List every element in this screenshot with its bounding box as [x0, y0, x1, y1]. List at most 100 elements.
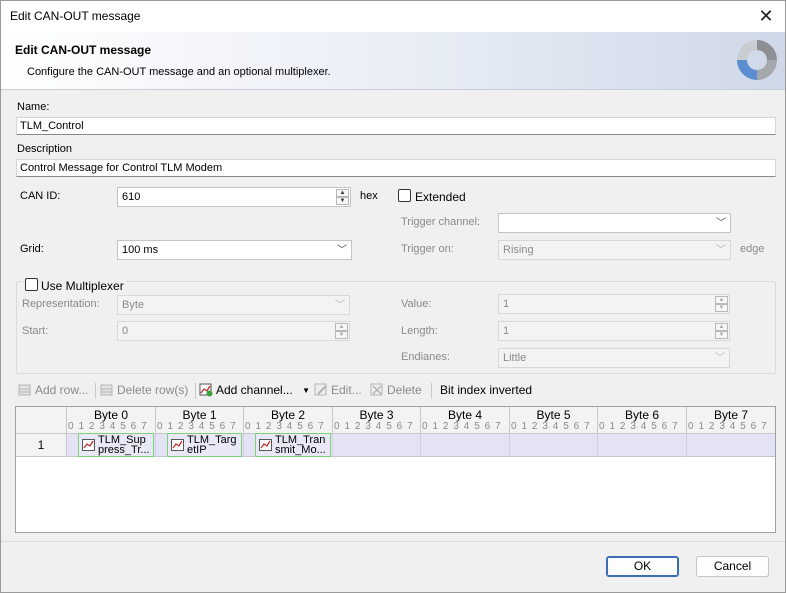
length-spin-buttons[interactable]: ▲ ▼ [715, 323, 728, 339]
extended-checkbox[interactable] [398, 189, 411, 202]
chevron-down-icon: ﹀ [337, 245, 347, 256]
name-field[interactable]: TLM_Control [16, 117, 776, 135]
start-label: Start: [22, 325, 49, 337]
byte-cell[interactable] [510, 434, 598, 457]
edit-button[interactable]: Edit... [314, 382, 362, 400]
dropdown-arrow-icon[interactable]: ▼ [302, 386, 310, 395]
cancel-button[interactable]: Cancel [696, 556, 769, 577]
byte-cell[interactable] [333, 434, 421, 457]
bit-labels: 0 1 2 3 4 5 6 7 [511, 421, 591, 432]
can-id-value: 610 [122, 191, 141, 203]
length-stepper[interactable]: 1 ▲ ▼ [498, 321, 730, 341]
can-id-stepper[interactable]: 610 ▲ ▼ [117, 187, 351, 207]
signal-icon [171, 439, 184, 451]
value-label: Value: [401, 298, 432, 310]
signal-name-line2: press_Tr... [98, 444, 150, 456]
byte-label: Byte 4 [447, 408, 483, 422]
representation-select[interactable]: Byte ﹀ [117, 295, 350, 315]
grid-select[interactable]: 100 ms ﹀ [117, 240, 352, 260]
signal-block[interactable]: TLM_Tran smit_Mo... [255, 433, 331, 457]
value-value: 1 [503, 298, 510, 310]
add-row-label: Add row... [35, 383, 89, 397]
edit-can-out-dialog: Edit CAN-OUT message ✕ Edit CAN-OUT mess… [0, 0, 786, 593]
delete-button[interactable]: Delete [370, 382, 422, 400]
ok-button[interactable]: OK [606, 556, 679, 577]
delete-label: Delete [387, 383, 422, 397]
byte-label: Byte 7 [713, 408, 749, 422]
byte-label: Byte 6 [624, 408, 660, 422]
toolbar-separator [195, 383, 196, 399]
signal-block[interactable]: TLM_Sup press_Tr... [78, 433, 154, 457]
grid-toolbar: Add row... Delete row(s) Add channel... … [16, 379, 776, 401]
can-id-label: CAN ID: [20, 190, 61, 202]
bit-index-inverted-toggle[interactable]: Bit index inverted [440, 382, 532, 400]
chevron-down-icon: ﹀ [715, 353, 725, 364]
description-field[interactable]: Control Message for Control TLM Modem [16, 159, 776, 177]
can-id-unit: hex [360, 190, 378, 202]
chevron-down-icon: ﹀ [335, 300, 345, 311]
add-channel-icon [199, 383, 213, 397]
header-subtitle: Configure the CAN-OUT message and an opt… [27, 66, 331, 78]
signal-icon [259, 439, 272, 451]
add-row-button[interactable]: Add row... [18, 382, 88, 400]
byte-label: Byte 5 [536, 408, 571, 422]
endianes-select[interactable]: Little ﹀ [498, 348, 730, 368]
description-label: Description [17, 143, 73, 155]
trigger-channel-label: Trigger channel: [401, 216, 481, 228]
chevron-down-icon: ﹀ [716, 218, 726, 229]
value-stepper[interactable]: 1 ▲ ▼ [498, 294, 730, 314]
name-label: Name: [17, 101, 50, 113]
grid-corner [16, 407, 67, 434]
bit-labels: 0 1 2 3 4 5 6 7 [334, 421, 414, 432]
add-channel-button[interactable]: Add channel... ▼ [199, 382, 310, 400]
bit-labels: 0 1 2 3 4 5 6 7 [245, 421, 325, 432]
signal-block[interactable]: TLM_Targ etIP [167, 433, 242, 457]
trigger-on-value: Rising [503, 244, 534, 256]
value-spin-buttons[interactable]: ▲ ▼ [715, 296, 728, 312]
add-row-icon [18, 384, 31, 396]
can-id-spin-buttons[interactable]: ▲ ▼ [336, 189, 349, 205]
byte-header: Byte 4 0 1 2 3 4 5 6 7 [421, 407, 510, 434]
add-channel-label: Add channel... [216, 383, 293, 397]
signal-icon [82, 439, 95, 451]
start-stepper[interactable]: 0 ▲ ▼ [117, 321, 350, 341]
use-multiplexer-checkbox[interactable] [25, 278, 38, 291]
footer-divider [1, 541, 785, 542]
window-title: Edit CAN-OUT message [10, 9, 141, 23]
byte-cell[interactable] [421, 434, 510, 457]
byte-header: Byte 6 0 1 2 3 4 5 6 7 [598, 407, 687, 434]
trigger-on-select[interactable]: Rising ﹀ [498, 240, 731, 260]
endianes-value: Little [503, 352, 527, 364]
byte-header: Byte 2 0 1 2 3 4 5 6 7 [244, 407, 333, 434]
spin-up-icon[interactable]: ▲ [336, 189, 349, 197]
trigger-on-label: Trigger on: [401, 243, 454, 255]
bit-labels: 0 1 2 3 4 5 6 7 [599, 421, 679, 432]
bit-labels: 0 1 2 3 4 5 6 7 [422, 421, 502, 432]
spin-down-icon[interactable]: ▼ [335, 331, 348, 339]
toolbar-separator [95, 383, 96, 399]
grid-value: 100 ms [122, 244, 159, 256]
app-logo-icon [737, 40, 777, 80]
spin-up-icon[interactable]: ▲ [715, 323, 728, 331]
byte-layout-grid[interactable]: Byte 0 0 1 2 3 4 5 6 7 Byte 1 0 1 2 3 4 … [15, 406, 776, 533]
start-spin-buttons[interactable]: ▲ ▼ [335, 323, 348, 339]
byte-label: Byte 1 [182, 408, 217, 422]
spin-up-icon[interactable]: ▲ [335, 323, 348, 331]
byte-header: Byte 3 0 1 2 3 4 5 6 7 [333, 407, 421, 434]
row-header[interactable]: 1 [16, 434, 67, 457]
delete-rows-button[interactable]: Delete row(s) [100, 382, 188, 400]
byte-label: Byte 0 [93, 408, 129, 422]
spin-down-icon[interactable]: ▼ [336, 197, 349, 205]
spin-down-icon[interactable]: ▼ [715, 304, 728, 312]
delete-row-icon [100, 384, 113, 396]
endianes-label: Endianes: [401, 351, 450, 363]
spin-down-icon[interactable]: ▼ [715, 331, 728, 339]
bit-labels: 0 1 2 3 4 5 6 7 [688, 421, 768, 432]
bit-labels: 0 1 2 3 4 5 6 7 [68, 421, 148, 432]
spin-up-icon[interactable]: ▲ [715, 296, 728, 304]
representation-value: Byte [122, 299, 145, 311]
byte-cell[interactable] [598, 434, 687, 457]
close-icon[interactable]: ✕ [755, 5, 777, 27]
trigger-channel-select[interactable]: ﹀ [498, 213, 731, 233]
edit-icon [314, 383, 327, 396]
